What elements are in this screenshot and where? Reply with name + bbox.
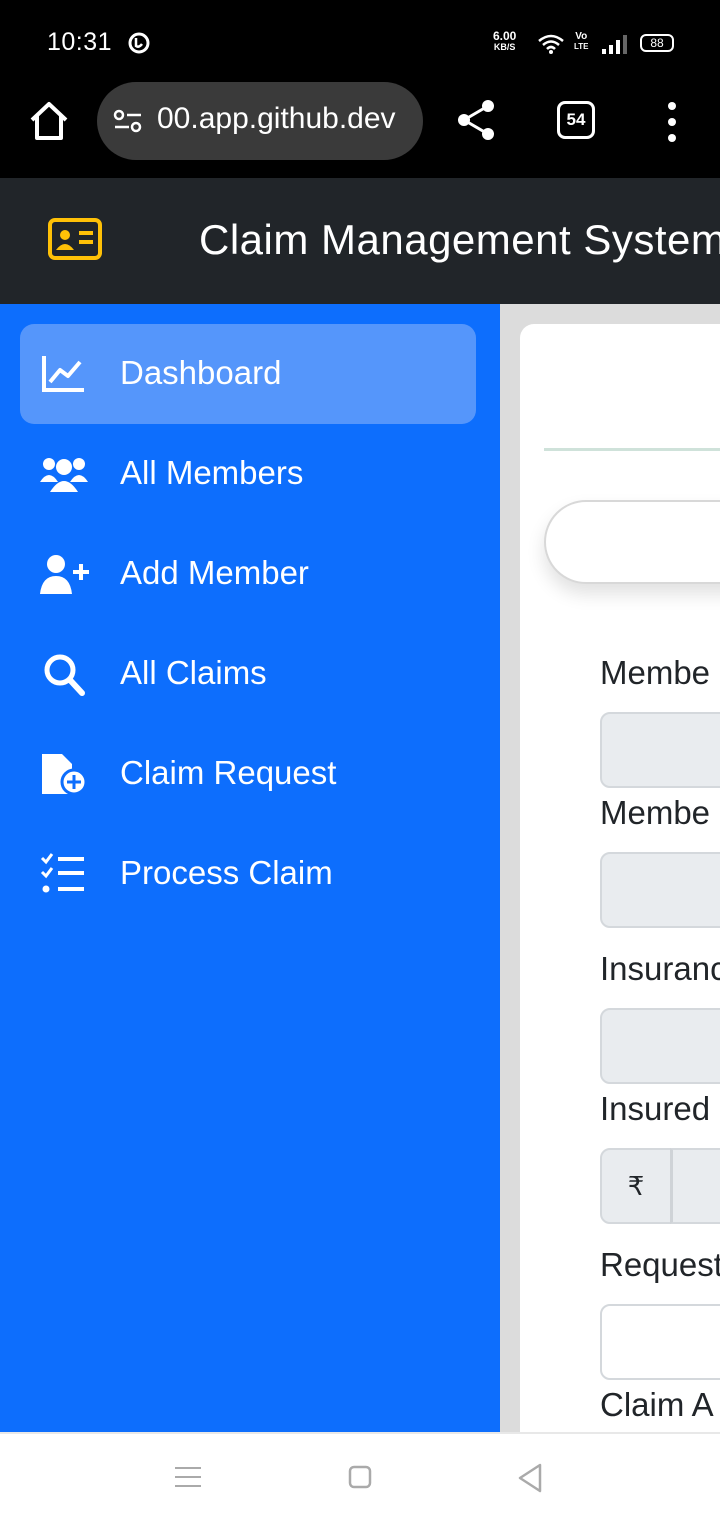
- sidebar-item-process-claim[interactable]: Process Claim: [20, 824, 476, 924]
- insurance-label: Insuranc: [600, 950, 720, 987]
- status-bar: 10:31 6.00 KB/S Vo LTE 88: [0, 0, 720, 82]
- member-name-label: Membe: [600, 794, 711, 831]
- sidebar-item-dashboard[interactable]: Dashboard: [20, 324, 476, 424]
- app-title: Claim Management System: [199, 216, 720, 263]
- request-field[interactable]: [600, 1304, 720, 1380]
- system-navigation-bar: [0, 1432, 720, 1520]
- insurance-field[interactable]: [600, 1008, 720, 1084]
- sidebar-item-label: Add Member: [120, 554, 309, 591]
- claim-amount-label: Claim A: [600, 1386, 714, 1423]
- sidebar-item-label: Dashboard: [120, 354, 282, 391]
- sidebar-item-add-member[interactable]: Add Member: [20, 524, 476, 624]
- search-icon: [44, 654, 85, 696]
- more-options-icon[interactable]: [662, 100, 682, 144]
- status-time: 10:31: [47, 28, 113, 56]
- card-header-divider: [544, 448, 720, 451]
- recents-icon[interactable]: [175, 1465, 201, 1489]
- list-check-icon: [40, 853, 84, 893]
- sidebar-item-all-claims[interactable]: All Claims: [20, 624, 476, 724]
- sidebar-item-label: All Claims: [120, 654, 267, 691]
- insured-amount-field[interactable]: [670, 1148, 720, 1224]
- address-bar[interactable]: 00.app.github.dev: [97, 82, 423, 160]
- chart-line-icon: [42, 356, 84, 392]
- main-content: Membe Membe Insuranc Insured ₹ Request C…: [500, 304, 720, 1432]
- wifi-icon: [538, 34, 564, 54]
- users-icon: [40, 458, 88, 492]
- member-name-field[interactable]: [600, 852, 720, 928]
- battery-indicator: 88: [640, 34, 674, 52]
- tab-switcher-button[interactable]: 54: [557, 101, 595, 139]
- member-id-label: Membe: [600, 654, 711, 691]
- sidebar: Dashboard All Members Add Member All Cla…: [0, 304, 500, 1432]
- sidebar-item-all-members[interactable]: All Members: [20, 424, 476, 524]
- back-icon[interactable]: [516, 1463, 544, 1493]
- rupee-addon: ₹: [600, 1148, 672, 1224]
- file-circle-plus-icon: [42, 754, 88, 796]
- url-text[interactable]: 00.app.github.dev: [157, 102, 415, 136]
- sidebar-item-label: All Members: [120, 454, 304, 491]
- sidebar-item-label: Claim Request: [120, 754, 337, 791]
- browser-toolbar: 00.app.github.dev 54: [0, 82, 720, 178]
- sync-icon: [128, 32, 150, 54]
- share-icon[interactable]: [456, 98, 496, 142]
- request-label: Request: [600, 1246, 720, 1283]
- search-pill-input[interactable]: [544, 500, 720, 584]
- sidebar-item-claim-request[interactable]: Claim Request: [20, 724, 476, 824]
- home-square-icon[interactable]: [348, 1465, 372, 1489]
- insured-amount-label: Insured: [600, 1090, 711, 1127]
- app-navbar: Claim Management System: [0, 178, 720, 304]
- sidebar-item-label: Process Claim: [120, 854, 333, 891]
- network-speed: 6.00 KB/S: [493, 29, 517, 52]
- user-plus-icon: [40, 555, 89, 594]
- volte-indicator: Vo LTE: [574, 31, 589, 52]
- home-icon[interactable]: [26, 98, 72, 144]
- id-card-icon[interactable]: [48, 218, 102, 260]
- member-id-field[interactable]: [600, 712, 720, 788]
- signal-icon: [602, 35, 627, 54]
- site-settings-icon[interactable]: [113, 108, 143, 134]
